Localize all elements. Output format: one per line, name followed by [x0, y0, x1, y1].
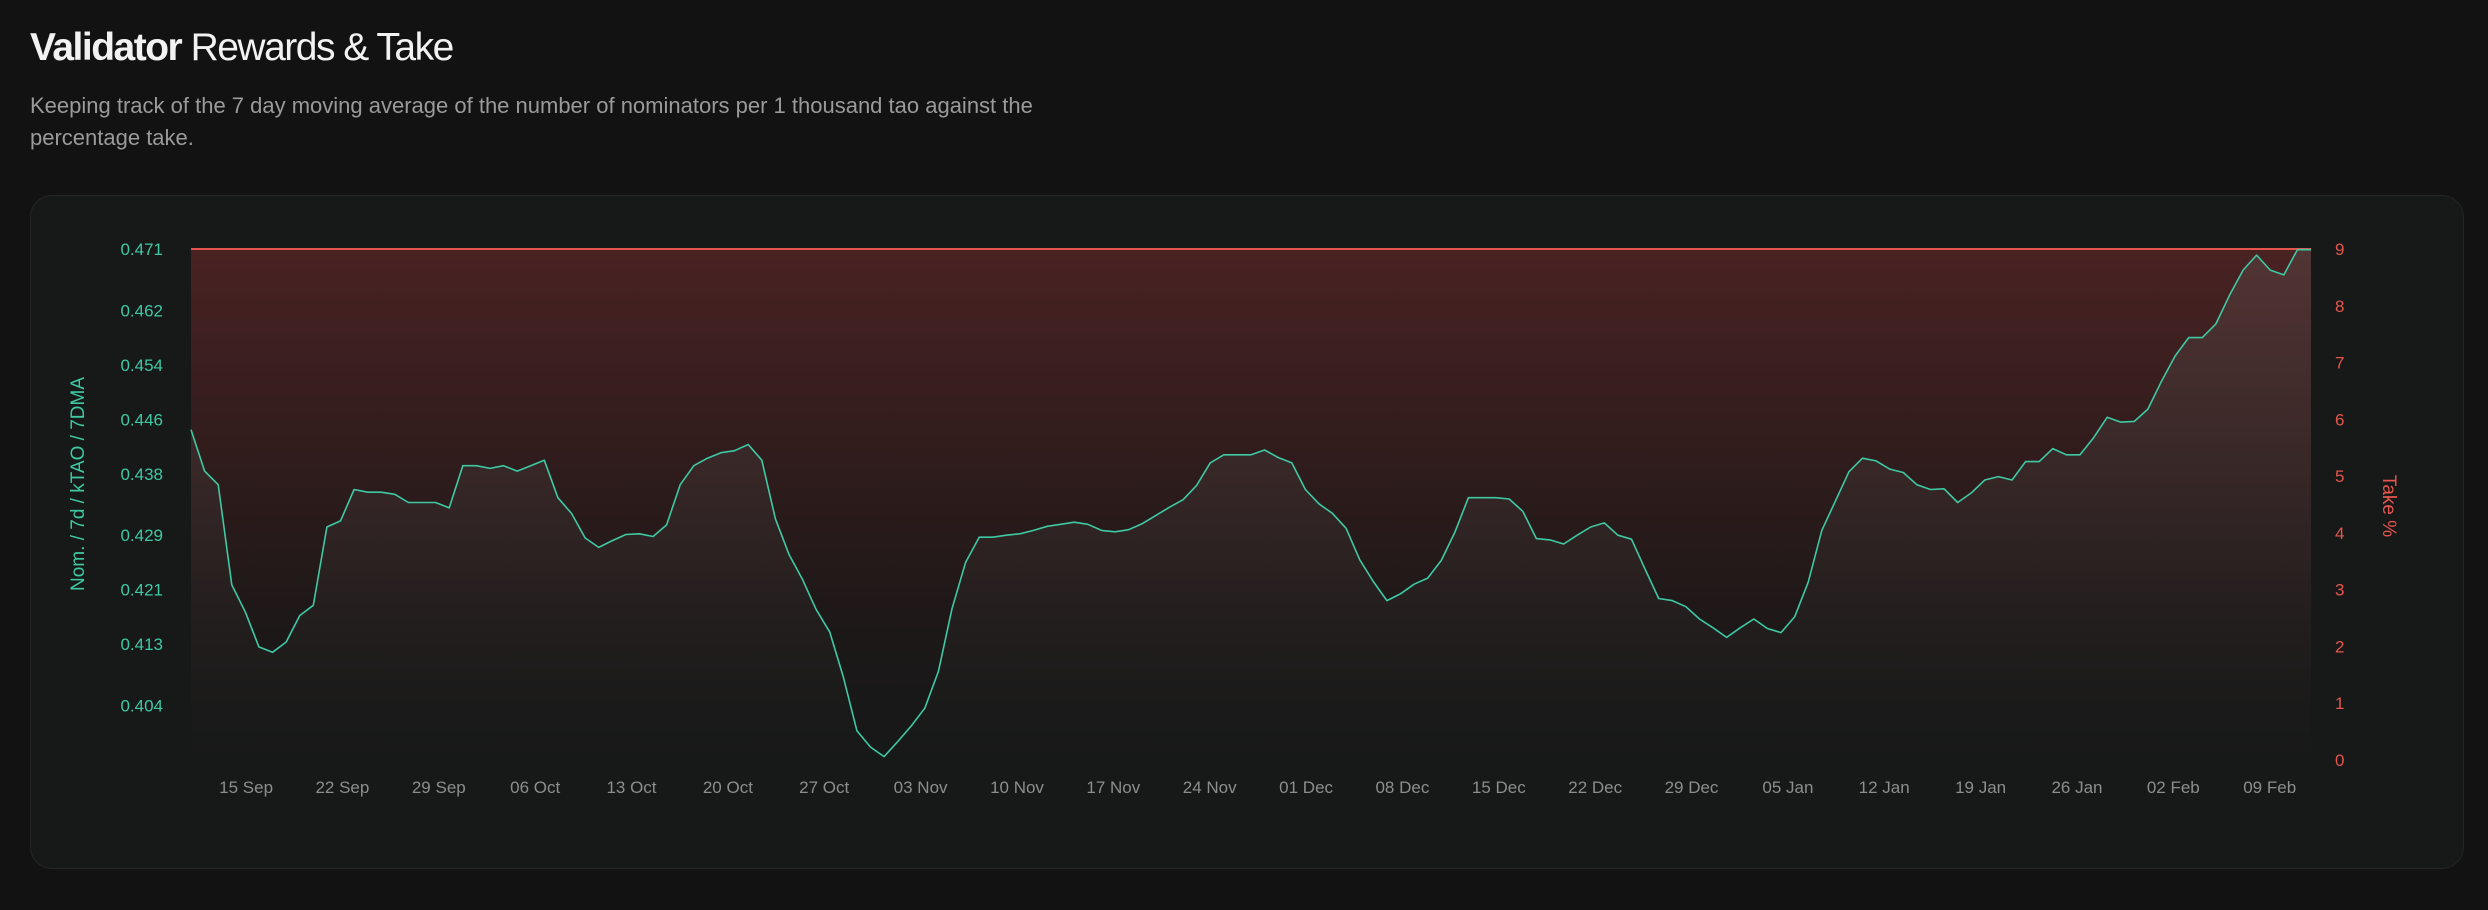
y-left-tick-label: 0.404	[120, 696, 163, 715]
header: Validator Rewards & Take Keeping track o…	[30, 22, 1130, 154]
page-title-rest: Rewards & Take	[181, 26, 455, 69]
x-tick-label: 22 Dec	[1568, 778, 1622, 797]
y-right-tick-label: 3	[2335, 581, 2344, 600]
page-title-strong: Validator	[30, 26, 183, 69]
x-tick-label: 09 Feb	[2243, 778, 2296, 797]
x-tick-label: 06 Oct	[510, 778, 560, 797]
y-right-tick-label: 8	[2335, 297, 2344, 316]
x-tick-label: 03 Nov	[894, 778, 948, 797]
y-axis-left: 0.404 0.413 0.421 0.429 0.438 0.446 0.454 0.462…	[120, 240, 163, 715]
y-left-tick-label: 0.454	[120, 356, 163, 375]
y-left-tick-label: 0.446	[120, 410, 163, 429]
x-tick-label: 29 Sep	[412, 778, 466, 797]
y-axis-right: 0 1 2 3 4 5 6 7 8 9	[2335, 240, 2344, 770]
y-left-tick-label: 0.462	[120, 301, 163, 320]
x-tick-label: 15 Sep	[219, 778, 273, 797]
x-tick-label: 22 Sep	[315, 778, 369, 797]
y-axis-right-title: Take %	[2378, 475, 2399, 537]
y-left-tick-label: 0.429	[120, 526, 163, 545]
chart-card: 0.404 0.413 0.421 0.429 0.438 0.446 0.454 0.462…	[30, 195, 2464, 869]
y-right-tick-label: 2	[2335, 637, 2344, 656]
y-right-tick-label: 1	[2335, 694, 2344, 713]
x-tick-label: 10 Nov	[990, 778, 1044, 797]
x-tick-label: 01 Dec	[1279, 778, 1333, 797]
y-right-tick-label: 0	[2335, 751, 2344, 770]
y-left-tick-label: 0.471	[120, 240, 163, 259]
y-right-tick-label: 4	[2335, 524, 2344, 543]
x-tick-label: 26 Jan	[2051, 778, 2102, 797]
y-right-tick-label: 6	[2335, 410, 2344, 429]
x-tick-label: 27 Oct	[799, 778, 849, 797]
x-tick-label: 17 Nov	[1086, 778, 1140, 797]
x-axis: 15 Sep 22 Sep 29 Sep 06 Oct 13 Oct 20 Oct 27 O…	[219, 778, 2296, 797]
y-right-tick-label: 7	[2335, 354, 2344, 373]
x-tick-label: 05 Jan	[1762, 778, 1813, 797]
y-left-tick-label: 0.438	[120, 465, 163, 484]
page-subtitle: Keeping track of the 7 day moving averag…	[30, 93, 1033, 150]
x-tick-label: 20 Oct	[703, 778, 753, 797]
chart-svg[interactable]: 0.404 0.413 0.421 0.429 0.438 0.446 0.454 0.462…	[31, 196, 2465, 870]
y-axis-left-title: Nom. / 7d / kTAO / 7DMA	[68, 377, 89, 591]
y-left-tick-label: 0.413	[120, 635, 163, 654]
y-left-tick-label: 0.421	[120, 581, 163, 600]
x-tick-label: 24 Nov	[1183, 778, 1237, 797]
x-tick-label: 02 Feb	[2147, 778, 2200, 797]
y-right-tick-label: 9	[2335, 240, 2344, 259]
x-tick-label: 13 Oct	[606, 778, 656, 797]
x-tick-label: 08 Dec	[1375, 778, 1429, 797]
x-tick-label: 19 Jan	[1955, 778, 2006, 797]
x-tick-label: 29 Dec	[1665, 778, 1719, 797]
x-tick-label: 12 Jan	[1859, 778, 1910, 797]
x-tick-label: 15 Dec	[1472, 778, 1526, 797]
y-right-tick-label: 5	[2335, 467, 2344, 486]
page-title: Validator Rewards & Take	[30, 22, 1130, 74]
